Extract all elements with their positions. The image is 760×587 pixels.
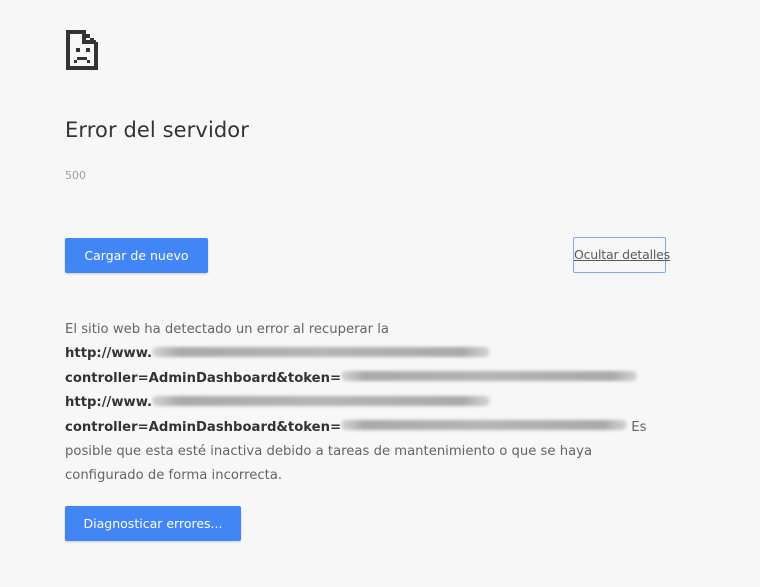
redacted-token (341, 420, 628, 431)
error-page: Error del servidor 500 Cargar de nuevo O… (0, 0, 760, 587)
sad-file-icon (66, 30, 98, 70)
redacted-token (341, 371, 638, 382)
details-controller-line-2: controller=AdminDashboard&token= Es (65, 416, 665, 440)
details-line-7: configurado de forma incorrecta. (65, 468, 283, 484)
redacted-domain (152, 395, 491, 406)
details-intro: El sitio web ha detectado un error al re… (65, 322, 389, 337)
redacted-domain (152, 346, 491, 357)
details-line-6: posible que esta esté inactiva debido a … (65, 444, 593, 460)
url-prefix: http://www. (65, 395, 153, 411)
details-url-line-1: http://www. (65, 342, 665, 366)
details-controller-line-1: controller=AdminDashboard&token= (65, 367, 665, 391)
controller-param: controller=AdminDashboard&token= (65, 370, 342, 386)
url-prefix: http://www. (65, 346, 153, 362)
reload-button[interactable]: Cargar de nuevo (65, 238, 208, 273)
hide-details-button[interactable]: Ocultar detalles (573, 237, 670, 273)
diagnose-button[interactable]: Diagnosticar errores... (65, 506, 241, 541)
controller-param: controller=AdminDashboard&token= (65, 419, 342, 435)
details-url-line-2: http://www. (65, 391, 665, 415)
error-title: Error del servidor (65, 118, 249, 142)
details-tail: Es (627, 419, 647, 435)
error-details: El sitio web ha detectado un error al re… (65, 318, 665, 489)
error-code: 500 (65, 169, 86, 182)
